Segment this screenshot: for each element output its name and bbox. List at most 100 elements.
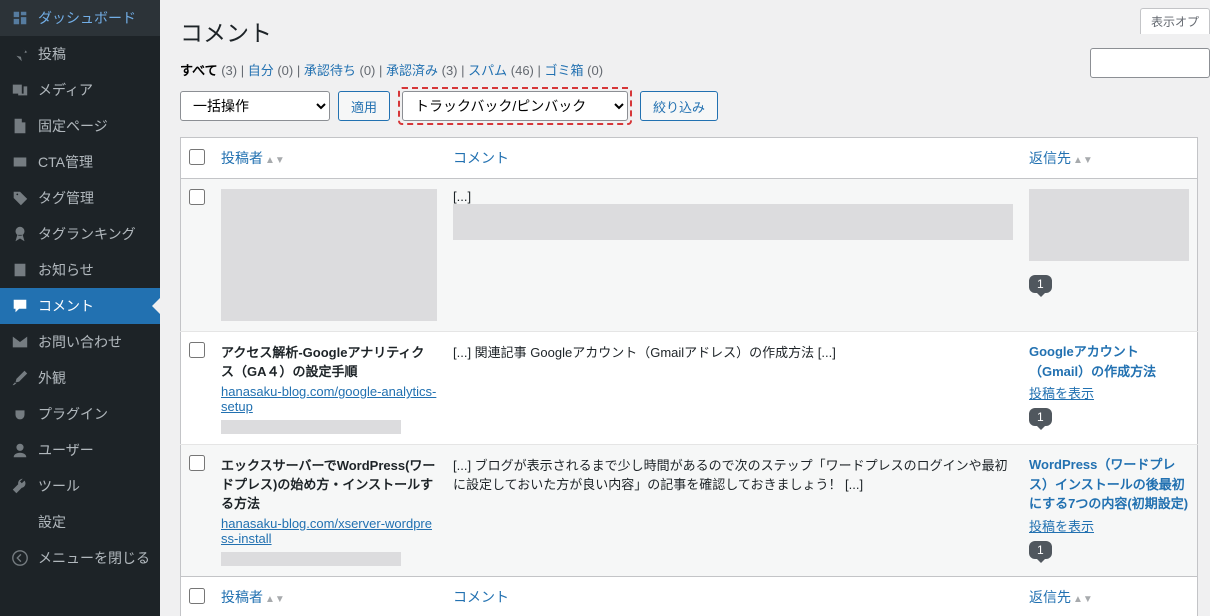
column-author-bottom[interactable]: 投稿者▲▼	[213, 577, 445, 616]
sidebar-item-label: ダッシュボード	[38, 8, 136, 28]
filter-tab-2[interactable]: 承認待ち	[304, 63, 356, 78]
comment-icon	[10, 296, 30, 316]
redacted-comment	[453, 204, 1013, 240]
comment-count-badge: 1	[1029, 275, 1052, 293]
filter-tab-3[interactable]: 承認済み	[386, 63, 438, 78]
sidebar-item-label: タグ管理	[38, 188, 94, 208]
comment-excerpt: [...] ブログが表示されるまで少し時間があるので次のステップ「ワードプレスの…	[453, 458, 1008, 492]
sidebar-item-award[interactable]: タグランキング	[0, 216, 160, 252]
column-author[interactable]: 投稿者▲▼	[213, 138, 445, 179]
row-checkbox[interactable]	[189, 455, 205, 471]
tablenav-top: 一括操作 適用 トラックバック/ピンバック 絞り込み	[180, 87, 1190, 125]
column-comment-bottom: コメント	[445, 577, 1021, 616]
search-box	[1090, 48, 1210, 78]
sidebar-item-label: ユーザー	[38, 440, 94, 460]
bulk-action-select[interactable]: 一括操作	[180, 91, 330, 121]
sidebar-item-tool[interactable]: ツール	[0, 468, 160, 504]
comment-author-url[interactable]: hanasaku-blog.com/xserver-wordpress-inst…	[221, 516, 437, 546]
comments-table: 投稿者▲▼ コメント 返信先▲▼ [...]1アクセス解析-Googleアナリテ…	[180, 137, 1198, 616]
sidebar-item-label: タグランキング	[38, 224, 136, 244]
sidebar-item-mail[interactable]: お問い合わせ	[0, 324, 160, 360]
comment-author-url[interactable]: hanasaku-blog.com/google-analytics-setup	[221, 384, 437, 414]
sidebar-item-tag[interactable]: タグ管理	[0, 180, 160, 216]
sidebar-item-user[interactable]: ユーザー	[0, 432, 160, 468]
user-icon	[10, 440, 30, 460]
sidebar-item-label: お問い合わせ	[38, 332, 122, 352]
collapse-icon	[10, 548, 30, 568]
table-row: アクセス解析-Googleアナリティクス（GA４）の設定手順 hanasaku-b…	[181, 332, 1198, 445]
cta-icon	[10, 152, 30, 172]
tag-icon	[10, 188, 30, 208]
sidebar-item-plugin[interactable]: プラグイン	[0, 396, 160, 432]
sidebar-item-label: メニューを閉じる	[38, 548, 150, 568]
column-reply-bottom[interactable]: 返信先▲▼	[1021, 577, 1198, 616]
sidebar-item-brush[interactable]: 外観	[0, 360, 160, 396]
filter-button[interactable]: 絞り込み	[640, 91, 718, 121]
dashboard-icon	[10, 8, 30, 28]
sidebar-item-label: お知らせ	[38, 260, 94, 280]
sidebar-item-collapse[interactable]: メニューを閉じる	[0, 540, 160, 576]
comment-search-input[interactable]	[1090, 48, 1210, 78]
award-icon	[10, 224, 30, 244]
reply-post-link[interactable]: Googleアカウント（Gmail）の作成方法	[1029, 342, 1189, 381]
sidebar-item-notice[interactable]: お知らせ	[0, 252, 160, 288]
brush-icon	[10, 368, 30, 388]
redacted-ip	[221, 552, 401, 566]
filter-tab-0[interactable]: すべて	[180, 63, 218, 78]
mail-icon	[10, 332, 30, 352]
filter-tab-4[interactable]: スパム	[468, 63, 507, 78]
view-post-link[interactable]: 投稿を表示	[1029, 383, 1189, 402]
select-all-checkbox[interactable]	[189, 149, 205, 165]
tool-icon	[10, 476, 30, 496]
reply-post-link[interactable]: WordPress（ワードプレス）インストールの後最初にする7つの内容(初期設定…	[1029, 455, 1189, 514]
sidebar-item-media[interactable]: メディア	[0, 72, 160, 108]
apply-button[interactable]: 適用	[338, 91, 390, 121]
sidebar-item-page[interactable]: 固定ページ	[0, 108, 160, 144]
admin-sidebar: ダッシュボード投稿メディア固定ページ CTA管理タグ管理タグランキングお知らせコメ…	[0, 0, 160, 616]
sort-icon: ▲▼	[1073, 158, 1093, 164]
page-title: コメント	[180, 0, 1190, 52]
sidebar-item-dashboard[interactable]: ダッシュボード	[0, 0, 160, 36]
sidebar-item-label: 設定	[38, 512, 66, 532]
sidebar-item-label: コメント	[38, 296, 94, 316]
sidebar-item-pin[interactable]: 投稿	[0, 36, 160, 72]
row-checkbox[interactable]	[189, 342, 205, 358]
comment-count-badge: 1	[1029, 541, 1052, 559]
select-all-checkbox-bottom[interactable]	[189, 588, 205, 604]
comment-excerpt: [...] 関連記事 Googleアカウント（Gmailアドレス）の作成方法 […	[453, 345, 836, 360]
sidebar-item-label: プラグイン	[38, 404, 108, 424]
plugin-icon	[10, 404, 30, 424]
notice-icon	[10, 260, 30, 280]
pin-icon	[10, 44, 30, 64]
table-row: エックスサーバーでWordPress(ワードプレス)の始め方・インストールする方…	[181, 445, 1198, 577]
highlight-annotation: トラックバック/ピンバック	[398, 87, 632, 125]
comment-author-title: エックスサーバーでWordPress(ワードプレス)の始め方・インストールする方…	[221, 455, 437, 512]
comment-excerpt: [...]	[453, 189, 471, 204]
redacted-reply	[1029, 189, 1189, 261]
column-comment: コメント	[445, 138, 1021, 179]
sidebar-item-label: CTA管理	[38, 152, 93, 172]
settings-icon	[10, 512, 30, 532]
sidebar-item-label: ツール	[38, 476, 80, 496]
column-reply[interactable]: 返信先▲▼	[1021, 138, 1198, 179]
table-row: [...] 1	[181, 179, 1198, 332]
sidebar-item-label: 外観	[38, 368, 66, 388]
sidebar-item-settings[interactable]: 設定	[0, 504, 160, 540]
comment-count-badge: 1	[1029, 408, 1052, 426]
sidebar-item-comment[interactable]: コメント	[0, 288, 160, 324]
sidebar-item-cta[interactable]: CTA管理	[0, 144, 160, 180]
redacted-ip	[221, 420, 401, 434]
screen-options-button[interactable]: 表示オプ	[1140, 8, 1210, 34]
sort-icon: ▲▼	[265, 158, 285, 164]
filter-tab-1[interactable]: 自分	[248, 63, 274, 78]
filter-tab-5[interactable]: ゴミ箱	[545, 63, 584, 78]
sort-icon: ▲▼	[265, 597, 285, 603]
sidebar-item-label: 投稿	[38, 44, 66, 64]
row-checkbox[interactable]	[189, 189, 205, 205]
view-post-link[interactable]: 投稿を表示	[1029, 516, 1189, 535]
comment-type-select[interactable]: トラックバック/ピンバック	[402, 91, 628, 121]
sort-icon: ▲▼	[1073, 597, 1093, 603]
page-icon	[10, 116, 30, 136]
comment-author-title: アクセス解析-Googleアナリティクス（GA４）の設定手順	[221, 342, 437, 380]
sidebar-item-label: メディア	[38, 80, 93, 100]
